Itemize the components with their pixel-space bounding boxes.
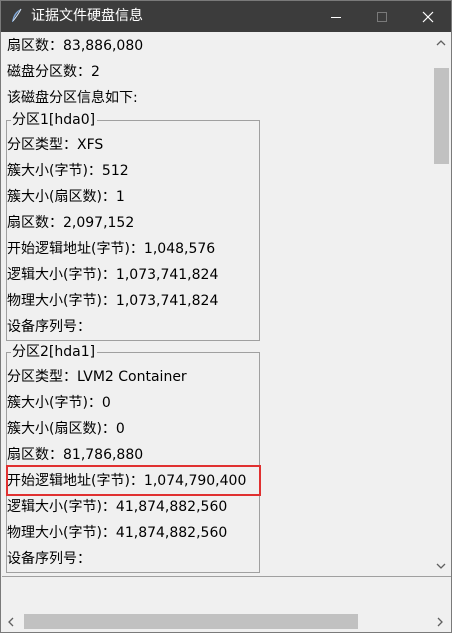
partition-1-type: 分区类型：XFS bbox=[7, 137, 104, 153]
vertical-scrollbar[interactable] bbox=[431, 33, 451, 576]
vertical-scroll-thumb[interactable] bbox=[434, 68, 449, 164]
minimize-icon bbox=[331, 17, 341, 18]
partition-1-sector-count: 扇区数：2,097,152 bbox=[7, 215, 135, 231]
partition-1-serial: 设备序列号： bbox=[7, 319, 91, 335]
partition-count-text: 磁盘分区数：2 bbox=[7, 64, 100, 80]
feather-icon bbox=[9, 8, 25, 24]
partition-1-logical-size: 逻辑大小(字节)：1,073,741,824 bbox=[7, 267, 219, 283]
partition-1-cluster-sectors: 簇大小(扇区数)：1 bbox=[7, 189, 125, 205]
scroll-up-button[interactable] bbox=[431, 33, 451, 53]
partition-2-cluster-bytes: 簇大小(字节)：0 bbox=[7, 395, 111, 411]
horizontal-scroll-thumb[interactable] bbox=[24, 614, 358, 629]
partition-1-cluster-bytes: 簇大小(字节)：512 bbox=[7, 163, 129, 179]
partition-2-type: 分区类型：LVM2 Container bbox=[7, 369, 187, 385]
partition-1-start-address: 开始逻辑地址(字节)：1,048,576 bbox=[7, 241, 216, 257]
partition-intro-text: 该磁盘分区信息如下: bbox=[7, 90, 138, 106]
window-title: 证据文件硬盘信息 bbox=[31, 8, 143, 24]
chevron-right-icon bbox=[437, 617, 443, 627]
close-button[interactable] bbox=[405, 1, 451, 32]
partition-group-title: 分区1[hda0] bbox=[11, 111, 98, 129]
scroll-down-button[interactable] bbox=[431, 556, 451, 576]
title-bar[interactable]: 证据文件硬盘信息 bbox=[1, 1, 451, 32]
sector-count-text: 扇区数：83,886,080 bbox=[7, 38, 144, 54]
partition-2-physical-size: 物理大小(字节)：41,874,882,560 bbox=[7, 525, 228, 541]
partition-2-cluster-sectors: 簇大小(扇区数)：0 bbox=[7, 421, 125, 437]
partition-2-serial: 设备序列号： bbox=[7, 551, 91, 567]
highlight-box bbox=[6, 465, 261, 496]
maximize-icon bbox=[377, 12, 387, 22]
app-window: 证据文件硬盘信息 扇区数：83,886,080 磁盘分区数：2 该磁盘分区信息如… bbox=[0, 0, 452, 633]
partition-group-title: 分区2[hda1] bbox=[11, 343, 98, 361]
partition-2-logical-size: 逻辑大小(字节)：41,874,882,560 bbox=[7, 499, 228, 515]
disk-info-panel[interactable]: 扇区数：83,886,080 磁盘分区数：2 该磁盘分区信息如下: 分区1[hd… bbox=[2, 33, 431, 576]
status-area: ... bbox=[2, 577, 451, 611]
close-icon bbox=[422, 11, 434, 23]
chevron-up-icon bbox=[436, 40, 446, 46]
minimize-button[interactable] bbox=[313, 1, 359, 32]
maximize-button[interactable] bbox=[359, 1, 405, 32]
scroll-right-button[interactable] bbox=[431, 611, 451, 632]
scroll-left-button[interactable] bbox=[2, 611, 22, 632]
chevron-left-icon bbox=[8, 617, 14, 627]
partition-1-physical-size: 物理大小(字节)：1,073,741,824 bbox=[7, 293, 219, 309]
chevron-down-icon bbox=[436, 563, 446, 569]
partition-2-sector-count: 扇区数：81,786,880 bbox=[7, 447, 144, 463]
horizontal-scrollbar[interactable] bbox=[2, 611, 451, 632]
